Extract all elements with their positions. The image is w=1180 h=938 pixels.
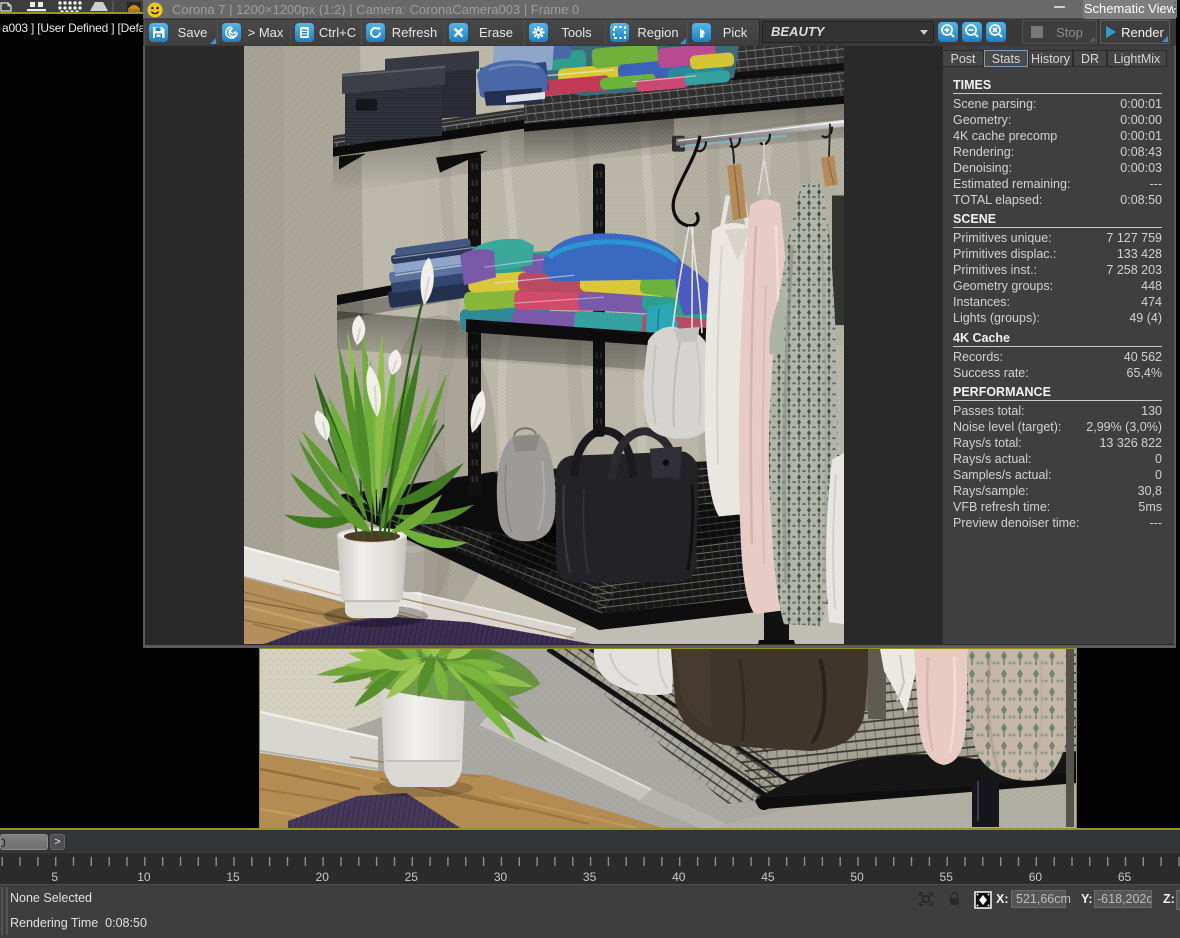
svg-text:60: 60 xyxy=(1029,870,1043,884)
svg-text:5: 5 xyxy=(51,870,58,884)
svg-text:65: 65 xyxy=(1118,870,1132,884)
svg-text:20: 20 xyxy=(316,870,330,884)
svg-text:15: 15 xyxy=(226,870,240,884)
svg-text:55: 55 xyxy=(940,870,954,884)
svg-text:30: 30 xyxy=(494,870,508,884)
svg-text:35: 35 xyxy=(583,870,597,884)
svg-text:45: 45 xyxy=(761,870,775,884)
svg-text:10: 10 xyxy=(137,870,151,884)
svg-text:50: 50 xyxy=(850,870,864,884)
svg-text:25: 25 xyxy=(405,870,419,884)
svg-text:40: 40 xyxy=(672,870,686,884)
